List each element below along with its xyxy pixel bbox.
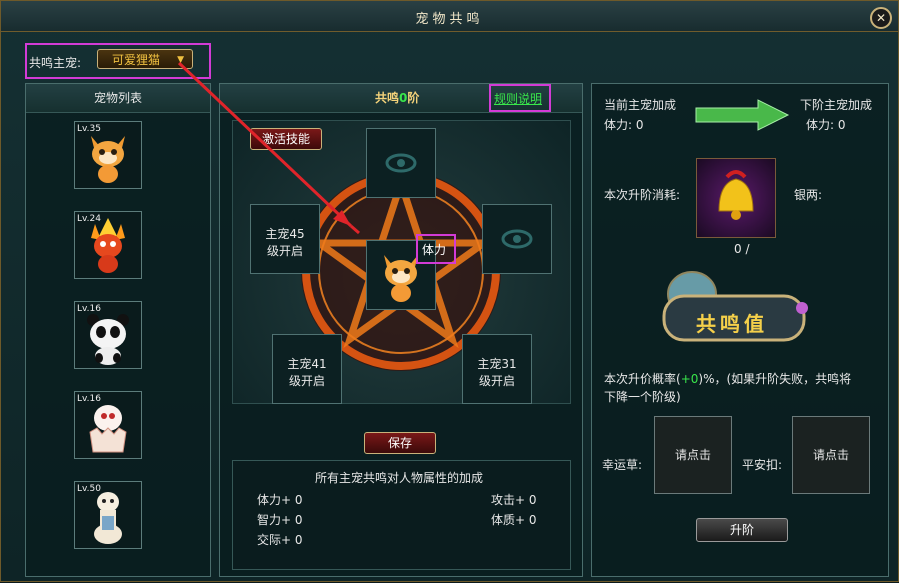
ornament-icon [501, 229, 533, 249]
slot-bottom-left-locked: 主宠41 级开启 [272, 334, 342, 404]
next-bonus-value: 体力: 0 [806, 118, 846, 132]
slot-left-locked: 主宠45 级开启 [250, 204, 320, 274]
success-rate-note: 下降一个阶级) [604, 390, 681, 404]
main-pet-label: 共鸣主宠: [29, 56, 82, 70]
pet-slot-5[interactable]: Lv.50 [74, 481, 142, 549]
success-rate-line: 本次升价概率(+0)%，(如果升阶失败，共鸣将 [604, 372, 852, 386]
pet-list-title: 宠物列表 [26, 84, 210, 113]
ornament-icon [385, 153, 417, 173]
title-bar: 宠物共鸣 ✕ [1, 1, 898, 32]
safe-label: 平安扣: [742, 458, 783, 472]
upgrade-button[interactable]: 升阶 [696, 518, 788, 542]
cost-item-slot[interactable] [696, 158, 776, 238]
pet-level: Lv.24 [77, 214, 101, 224]
close-button[interactable]: ✕ [870, 7, 892, 29]
luck-slot[interactable]: 请点击 [654, 416, 732, 494]
pet-list-scroll[interactable]: Lv.35 Lv.24 Lv.16 Lv.16 Lv.50 [26, 113, 210, 575]
pet-level: Lv.50 [77, 484, 101, 494]
stat-attack: 攻击+ 0 [491, 493, 537, 507]
main-pet-dropdown[interactable]: 可爱狸猫 ▼ [97, 49, 193, 69]
save-button[interactable]: 保存 [364, 432, 436, 454]
pet-level: Lv.35 [77, 124, 101, 134]
main-pet-value: 可爱狸猫 [112, 53, 161, 67]
slot-top[interactable] [366, 128, 436, 198]
close-icon: ✕ [875, 11, 887, 25]
bell-icon [718, 170, 754, 220]
resonance-value-gourd: 共鸣值 [654, 266, 814, 354]
stat-physique: 体质+ 0 [491, 513, 537, 527]
next-bonus-label: 下阶主宠加成 [800, 98, 873, 112]
stat-intelligence: 智力+ 0 [257, 513, 303, 527]
right-arrow-icon [695, 99, 790, 131]
slot-right[interactable] [482, 204, 552, 274]
pet-slot-1[interactable]: Lv.35 [74, 121, 142, 189]
current-bonus-value: 体力: 0 [604, 118, 644, 132]
stat-social: 交际+ 0 [257, 533, 303, 547]
pet-slot-4[interactable]: Lv.16 [74, 391, 142, 459]
bonus-box: 所有主宠共鸣对人物属性的加成 体力+ 0 智力+ 0 交际+ 0 攻击+ 0 体… [232, 460, 571, 570]
rules-link[interactable]: 规则说明 [494, 90, 542, 107]
center-attribute-tag: 体力 [422, 243, 447, 257]
safe-slot[interactable]: 请点击 [792, 416, 870, 494]
pet-level: Lv.16 [77, 304, 101, 314]
success-rate-value: +0 [680, 372, 699, 386]
pet-list-panel: 宠物列表 Lv.35 Lv.24 Lv.16 Lv.16 Lv.50 [25, 83, 211, 577]
slot-bottom-right-locked: 主宠31 级开启 [462, 334, 532, 404]
silver-label: 银两: [794, 188, 823, 202]
resonance-value-label: 共鸣值 [696, 312, 768, 336]
resonance-window: 宠物共鸣 ✕ 共鸣主宠: 可爱狸猫 ▼ 宠物列表 Lv.35 Lv.24 Lv.… [0, 0, 899, 582]
cost-label: 本次升阶消耗: [604, 188, 681, 202]
resonance-panel: 共鸣0阶 激活技能 主宠45 级开启 主宠41 级开启 主宠31 级开启 体力 … [219, 83, 583, 577]
pet-level: Lv.16 [77, 394, 101, 404]
chevron-down-icon: ▼ [177, 55, 184, 65]
pet-slot-2[interactable]: Lv.24 [74, 211, 142, 279]
resonance-tier-title: 共鸣0阶 [375, 91, 420, 105]
stat-stamina: 体力+ 0 [257, 493, 303, 507]
activate-skill-button[interactable]: 激活技能 [250, 128, 322, 150]
luck-label: 幸运草: [602, 458, 643, 472]
window-title: 宠物共鸣 [415, 12, 484, 27]
bonus-title: 所有主宠共鸣对人物属性的加成 [315, 471, 484, 485]
item-count: 0 / [734, 242, 750, 256]
pet-slot-3[interactable]: Lv.16 [74, 301, 142, 369]
current-bonus-label: 当前主宠加成 [604, 98, 677, 112]
upgrade-panel: 当前主宠加成 体力: 0 下阶主宠加成 体力: 0 本次升阶消耗: 银两: 0 … [591, 83, 889, 577]
